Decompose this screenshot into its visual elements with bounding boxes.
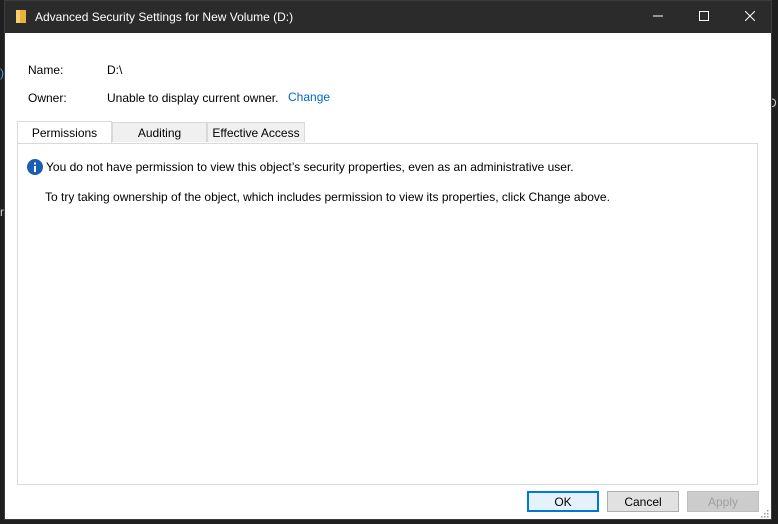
name-label: Name: — [28, 63, 64, 77]
title-bar[interactable]: Advanced Security Settings for New Volum… — [5, 1, 771, 33]
minimize-icon — [653, 10, 663, 24]
apply-button[interactable]: Apply — [687, 491, 759, 512]
folder-icon — [16, 10, 26, 23]
close-button[interactable] — [727, 1, 773, 33]
change-owner-link[interactable]: Change — [288, 90, 330, 104]
dialog-body: Name: D:\ Owner: Unable to display curre… — [5, 33, 771, 519]
ok-button[interactable]: OK — [527, 491, 599, 512]
minimize-button[interactable] — [635, 1, 681, 33]
info-icon — [27, 159, 43, 175]
tab-effective-access[interactable]: Effective Access — [207, 122, 305, 142]
maximize-icon — [699, 10, 709, 24]
maximize-button[interactable] — [681, 1, 727, 33]
ownership-hint: To try taking ownership of the object, w… — [45, 190, 610, 204]
owner-value: Unable to display current owner. — [107, 91, 279, 105]
resize-grip-icon[interactable] — [759, 507, 769, 518]
owner-label: Owner: — [28, 91, 67, 105]
tab-auditing[interactable]: Auditing — [112, 122, 207, 142]
permission-message: You do not have permission to view this … — [46, 160, 574, 174]
security-settings-window: Advanced Security Settings for New Volum… — [4, 0, 772, 520]
close-icon — [744, 10, 756, 24]
tab-permissions[interactable]: Permissions — [17, 121, 112, 143]
window-title: Advanced Security Settings for New Volum… — [35, 10, 294, 24]
permissions-panel: You do not have permission to view this … — [17, 143, 758, 485]
cancel-button[interactable]: Cancel — [607, 491, 679, 512]
name-value: D:\ — [107, 63, 123, 77]
